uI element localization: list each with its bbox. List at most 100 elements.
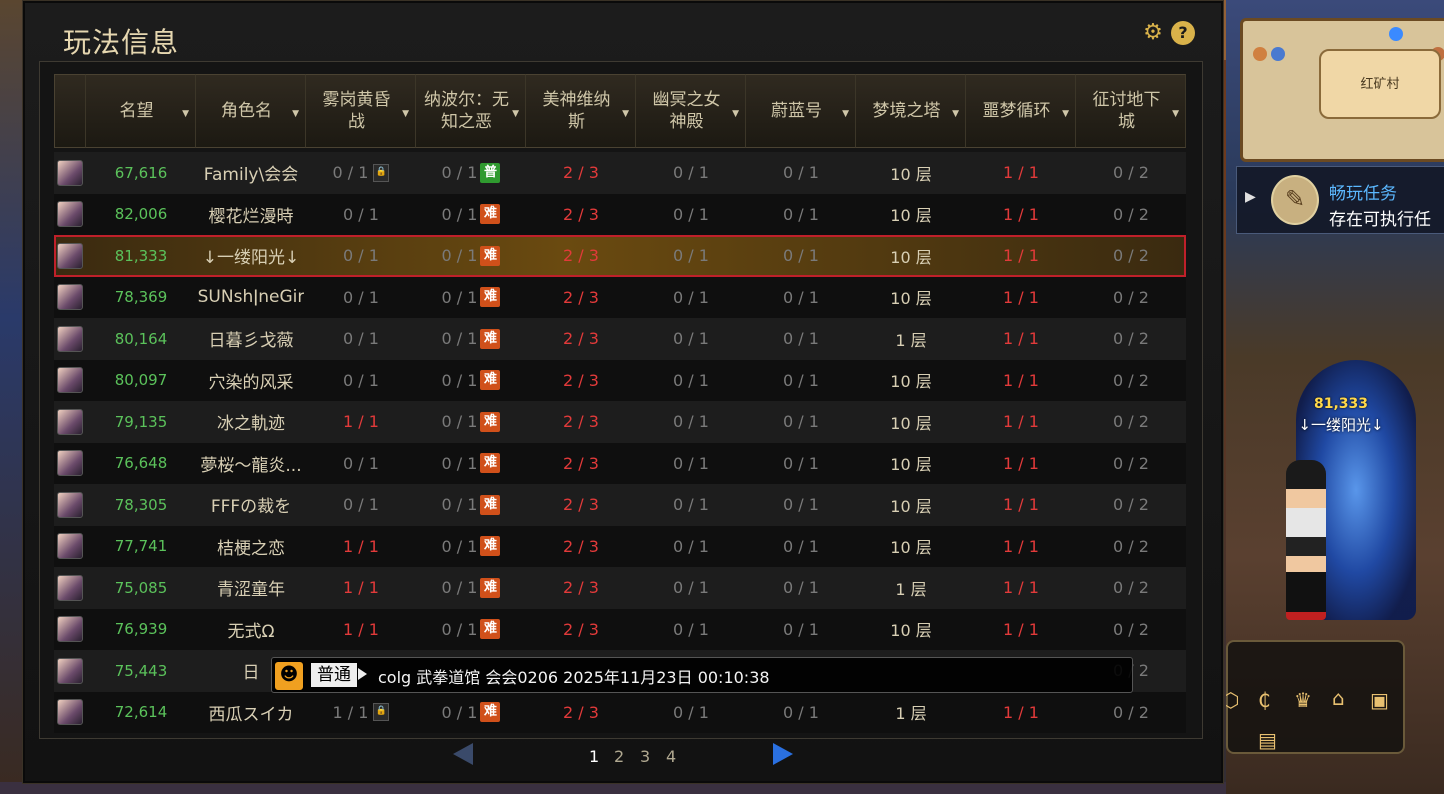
dungeon-1-cell-value: 0 / 1: [343, 329, 379, 349]
dungeon-6-cell-value: 10 层: [890, 538, 932, 558]
table-row[interactable]: 67,616 Family\会会 0 / 1 🔒 0 / 1普2 / 30 / 10 /…: [54, 152, 1186, 194]
column-header-dungeon-4[interactable]: 幽冥之女神殿 ▼: [636, 74, 746, 148]
column-header-label: 角色名: [221, 101, 272, 121]
dungeon-1-cell: 0 / 1: [306, 235, 416, 277]
camera-icon[interactable]: ▣: [1370, 688, 1389, 712]
dungeon-6-cell-value: 10 层: [890, 621, 932, 641]
dungeon-3-cell-value: 2 / 3: [563, 702, 599, 722]
fame-cell: 76,939: [86, 609, 196, 651]
dungeon-7-cell: 1 / 1: [966, 277, 1076, 319]
minimap[interactable]: 红矿村: [1240, 18, 1444, 162]
dungeon-4-cell: 0 / 1: [636, 567, 746, 609]
avatar: [57, 201, 83, 228]
fame-cell-value: 81,333: [114, 246, 168, 265]
dungeon-4-cell: 0 / 1: [636, 235, 746, 277]
dungeon-3-cell: 2 / 3: [526, 567, 636, 609]
quest-tracker[interactable]: ▶ ✎ 畅玩任务 存在可执行任: [1236, 166, 1444, 234]
fame-cell: 81,333: [86, 235, 196, 277]
table-row[interactable]: 78,369 SUNshǀneGir 0 / 10 / 1难2 / 30 / 10 …: [54, 276, 1186, 319]
dungeon-1-cell: 0 / 1: [306, 318, 416, 360]
dungeon-6-cell-value: 10 层: [890, 206, 932, 226]
dungeon-1-cell: 0 / 1: [306, 194, 416, 236]
fame-cell: 79,135: [86, 401, 196, 443]
dungeon-7-cell: 1 / 1: [966, 235, 1076, 277]
home-icon[interactable]: ⌂: [1332, 686, 1345, 710]
table-row[interactable]: 82,006 樱花烂漫時 0 / 10 / 1难2 / 30 / 10 / 1 10 …: [54, 193, 1186, 236]
avatar-cell: [54, 152, 86, 194]
name-cell: Family\会会: [196, 152, 306, 194]
prev-page-icon[interactable]: [453, 743, 473, 765]
avatar-cell: [54, 443, 86, 485]
table-row[interactable]: 78,305 FFFの裁を 0 / 10 / 1难2 / 30 / 10 / 1 10…: [54, 484, 1186, 526]
table-row[interactable]: 79,135 冰之軌迹 1 / 10 / 1难2 / 30 / 10 / 1 10 层…: [54, 401, 1186, 443]
dungeon-8-cell-value: 0 / 2: [1113, 702, 1149, 722]
dungeon-8-cell-value: 0 / 2: [1113, 329, 1149, 349]
name-cell: 冰之軌迹: [196, 401, 306, 443]
fame-cell-value: 75,443: [114, 661, 168, 680]
column-header-dungeon-2[interactable]: 纳波尔：无知之恶 ▼: [416, 74, 526, 148]
page-number[interactable]: 4: [666, 747, 676, 766]
fame-cell: 80,097: [86, 360, 196, 402]
player-character[interactable]: [1286, 460, 1326, 620]
dungeon-1-cell: 0 / 1: [306, 360, 416, 402]
table-row[interactable]: 75,085 青涩童年 1 / 10 / 1难2 / 30 / 10 / 11 层1…: [54, 567, 1186, 609]
dungeon-3-cell: 2 / 3: [526, 401, 636, 443]
dungeon-2-cell: 0 / 1难: [416, 484, 526, 526]
fame-cell: 75,443: [86, 650, 196, 692]
chat-message-overlay[interactable]: ☻ 普通 colg 武拳道馆 会会0206 2025年11月23日 00:10:…: [271, 657, 1133, 693]
dungeon-5-cell-value: 0 / 1: [783, 495, 819, 515]
expand-arrow-icon[interactable]: ▶: [1245, 189, 1256, 205]
table-row[interactable]: 80,097 穴染的风采 0 / 10 / 1难2 / 30 / 10 / 1 10 …: [54, 359, 1186, 402]
dungeon-2-cell-value: 0 / 1: [441, 246, 478, 266]
help-icon[interactable]: ?: [1171, 21, 1195, 45]
table-row[interactable]: 72,614 西瓜スイカ 1 / 1 🔒 0 / 1难2 / 30 / 10 / 11 …: [54, 691, 1186, 734]
gear-icon[interactable]: ⚙: [1141, 21, 1165, 45]
table-row[interactable]: 81,333 ↓一缕阳光↓ 0 / 10 / 1难2 / 30 / 10 / 1 10…: [54, 235, 1186, 277]
dungeon-4-cell-value: 0 / 1: [673, 578, 709, 598]
chat-channel-label[interactable]: 普通: [310, 662, 358, 688]
dungeon-6-cell: 10 层: [856, 360, 966, 402]
dungeon-3-cell-value: 2 / 3: [563, 287, 599, 307]
dungeon-7-cell: 1 / 1: [966, 692, 1076, 734]
dungeon-2-cell: 0 / 1难: [416, 360, 526, 402]
book-icon[interactable]: ▤: [1258, 728, 1277, 752]
settings-icon[interactable]: ⬡: [1226, 688, 1239, 712]
column-header-dungeon-8[interactable]: 征讨地下城 ▼: [1076, 74, 1186, 148]
name-cell-value: FFFの裁を: [210, 497, 292, 518]
dungeon-3-cell-value: 2 / 3: [563, 495, 599, 515]
name-cell: 穴染的风采: [196, 360, 306, 402]
page-number[interactable]: 1: [589, 747, 599, 766]
fame-cell-value: 78,369: [114, 288, 168, 307]
dungeon-5-cell: 0 / 1: [746, 360, 856, 402]
chat-message-text: colg 武拳道馆 会会0206 2025年11月23日 00:10:38: [378, 668, 770, 687]
page-number[interactable]: 3: [640, 747, 650, 766]
name-cell: 夢桜～龍炎...: [196, 443, 306, 485]
dungeon-3-cell: 2 / 3: [526, 152, 636, 194]
dungeon-6-cell: 10 层: [856, 235, 966, 277]
fame-cell: 67,616: [86, 152, 196, 194]
table-row[interactable]: 76,648 夢桜～龍炎... 0 / 10 / 1难2 / 30 / 10 / 1…: [54, 442, 1186, 485]
dungeon-7-cell: 1 / 1: [966, 526, 1076, 568]
column-header-label: 名望: [119, 101, 154, 121]
table-row[interactable]: 77,741 桔梗之恋 1 / 10 / 1难2 / 30 / 10 / 1 10 层…: [54, 525, 1186, 568]
column-header-dungeon-1[interactable]: 雾岗黄昏战 ▼: [306, 74, 416, 148]
column-header-dungeon-7[interactable]: 噩梦循环 ▼: [966, 74, 1076, 148]
dungeon-3-cell: 2 / 3: [526, 318, 636, 360]
avatar: [57, 574, 83, 601]
dungeon-4-cell: 0 / 1: [636, 692, 746, 734]
next-page-icon[interactable]: [773, 743, 793, 765]
table-row[interactable]: 80,164 日暮彡戈薇 0 / 10 / 1难2 / 30 / 10 / 11 层…: [54, 318, 1186, 360]
minimap-town-scroll: 红矿村: [1319, 49, 1441, 119]
dungeon-3-cell: 2 / 3: [526, 235, 636, 277]
crown-icon[interactable]: ♛: [1294, 688, 1312, 712]
page-number[interactable]: 2: [614, 747, 624, 766]
column-header-dungeon-3[interactable]: 美神维纳斯 ▼: [526, 74, 636, 148]
dungeon-7-cell-value: 1 / 1: [1003, 329, 1039, 349]
column-header-dungeon-5[interactable]: 蔚蓝号 ▼: [746, 74, 856, 148]
dungeon-4-cell-value: 0 / 1: [673, 329, 709, 349]
column-header-fame[interactable]: 名望 ▼: [86, 74, 196, 148]
currency-icon[interactable]: ₵: [1258, 688, 1271, 712]
table-row[interactable]: 76,939 无式Ω 1 / 10 / 1难2 / 30 / 10 / 1 10 层1…: [54, 608, 1186, 651]
column-header-dungeon-6[interactable]: 梦境之塔 ▼: [856, 74, 966, 148]
column-header-name[interactable]: 角色名 ▼: [196, 74, 306, 148]
